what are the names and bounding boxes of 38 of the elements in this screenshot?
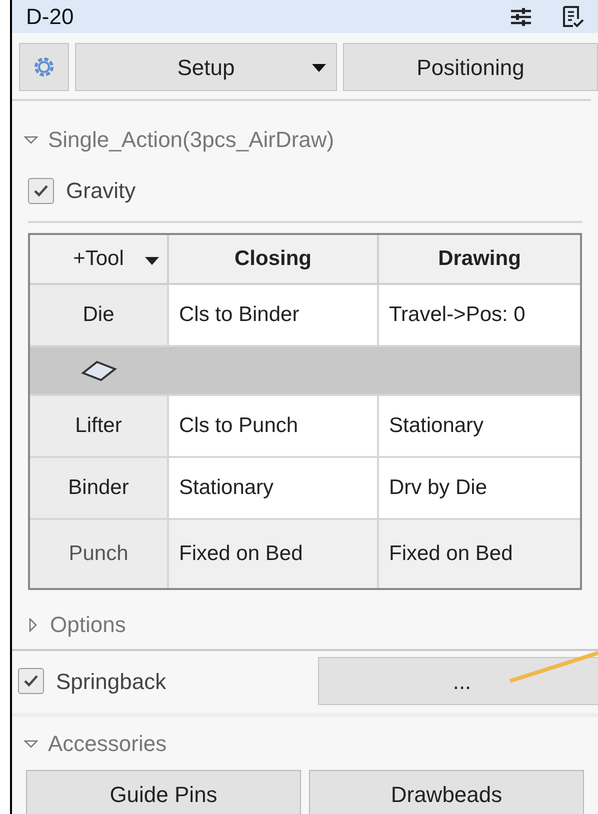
sliders-icon[interactable] [510,6,532,26]
part-icon [80,360,116,382]
table-cell: Cls to Binder [167,285,377,345]
table-cell: Lifter [30,396,167,456]
tool-column-dropdown[interactable]: +Tool [30,235,167,283]
table-cell: Die [30,285,167,345]
caret-icon [145,257,159,265]
table-cell: Drv by Die [377,458,580,518]
table-cell: Travel->Pos: 0 [377,285,580,345]
column-header: Closing [167,235,377,283]
table-row[interactable]: Lifter Cls to Punch Stationary [30,396,580,458]
setup-dropdown[interactable]: Setup [75,43,337,91]
caret-icon [312,64,326,72]
table-cell: Fixed on Bed [167,520,377,588]
settings-icon [32,55,56,79]
table-row[interactable]: Die Cls to Binder Travel->Pos: 0 [30,285,580,347]
column-header: Drawing [377,235,580,283]
table-cell: Fixed on Bed [377,520,580,588]
table-cell: Stationary [377,396,580,456]
settings-button[interactable] [19,43,69,91]
section-title[interactable]: Accessories [48,727,167,760]
positioning-button[interactable]: Positioning [343,43,598,91]
table-row[interactable]: Binder Stationary Drv by Die [30,458,580,520]
checkbox-label: Gravity [66,177,136,205]
springback-checkbox[interactable] [18,668,44,694]
more-button[interactable]: ... [318,657,598,705]
checkbox-label: Springback [56,668,166,696]
window-title: D-20 [26,3,74,31]
accessory-button[interactable]: Drawbeads [309,770,584,814]
table-cell: Cls to Punch [167,396,377,456]
gravity-checkbox[interactable] [28,178,54,204]
section-title[interactable]: Single_Action(3pcs_AirDraw) [48,123,334,156]
accessory-button[interactable]: Guide Pins [26,770,301,814]
section-title[interactable]: Options [50,608,126,641]
table-cell: Stationary [167,458,377,518]
table-cell: Binder [30,458,167,518]
table-cell: Punch [30,520,167,588]
list-check-icon[interactable] [562,4,584,28]
